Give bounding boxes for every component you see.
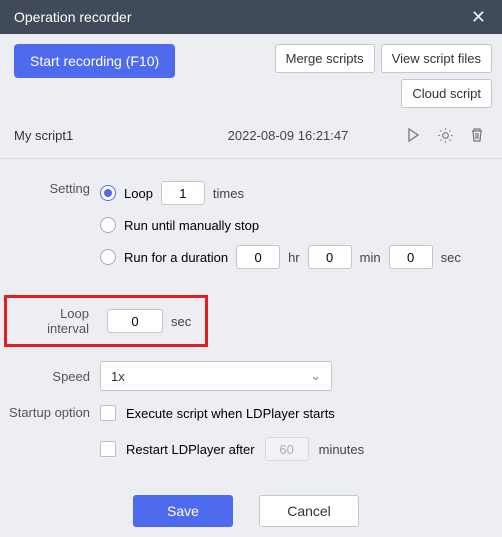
execute-on-start-label: Execute script when LDPlayer starts (126, 406, 335, 421)
loop-interval-sec-label: sec (171, 314, 191, 329)
radio-loop[interactable] (100, 185, 116, 201)
script-name: My script1 (14, 128, 174, 143)
setting-label: Setting (8, 181, 100, 196)
view-script-files-button[interactable]: View script files (381, 44, 492, 73)
gear-icon[interactable] (434, 124, 456, 146)
speed-label: Speed (8, 369, 100, 384)
hr-label: hr (288, 250, 300, 265)
radio-run-until-stop[interactable] (100, 217, 116, 233)
restart-minutes-input (265, 437, 309, 461)
window-title: Operation recorder (14, 9, 132, 25)
trash-icon[interactable] (466, 124, 488, 146)
times-label: times (213, 186, 244, 201)
speed-select[interactable]: 1x ⌄ (100, 361, 332, 391)
loop-interval-highlight: Loop interval sec (4, 295, 208, 347)
play-icon[interactable] (402, 124, 424, 146)
sec-label: sec (441, 250, 461, 265)
close-icon[interactable]: ✕ (465, 5, 492, 30)
loop-interval-input[interactable] (107, 309, 163, 333)
checkbox-execute-on-start[interactable] (100, 405, 116, 421)
script-timestamp: 2022-08-09 16:21:47 (184, 128, 392, 143)
run-duration-label: Run for a duration (124, 250, 228, 265)
cloud-script-button[interactable]: Cloud script (401, 79, 492, 108)
startup-option-label: Startup option (8, 405, 100, 420)
save-button[interactable]: Save (133, 495, 233, 527)
minutes-label: minutes (319, 442, 365, 457)
cancel-button[interactable]: Cancel (259, 495, 359, 527)
loop-times-input[interactable] (161, 181, 205, 205)
run-until-stop-label: Run until manually stop (124, 218, 259, 233)
duration-min-input[interactable] (308, 245, 352, 269)
duration-hr-input[interactable] (236, 245, 280, 269)
checkbox-restart-after[interactable] (100, 441, 116, 457)
script-row: My script1 2022-08-09 16:21:47 (0, 114, 502, 159)
duration-sec-input[interactable] (389, 245, 433, 269)
min-label: min (360, 250, 381, 265)
loop-interval-label: Loop interval (15, 306, 99, 336)
start-recording-button[interactable]: Start recording (F10) (14, 44, 175, 78)
chevron-down-icon: ⌄ (310, 368, 321, 384)
merge-scripts-button[interactable]: Merge scripts (275, 44, 375, 73)
restart-after-label: Restart LDPlayer after (126, 442, 255, 457)
speed-value: 1x (111, 369, 125, 384)
loop-label: Loop (124, 186, 153, 201)
radio-run-duration[interactable] (100, 249, 116, 265)
